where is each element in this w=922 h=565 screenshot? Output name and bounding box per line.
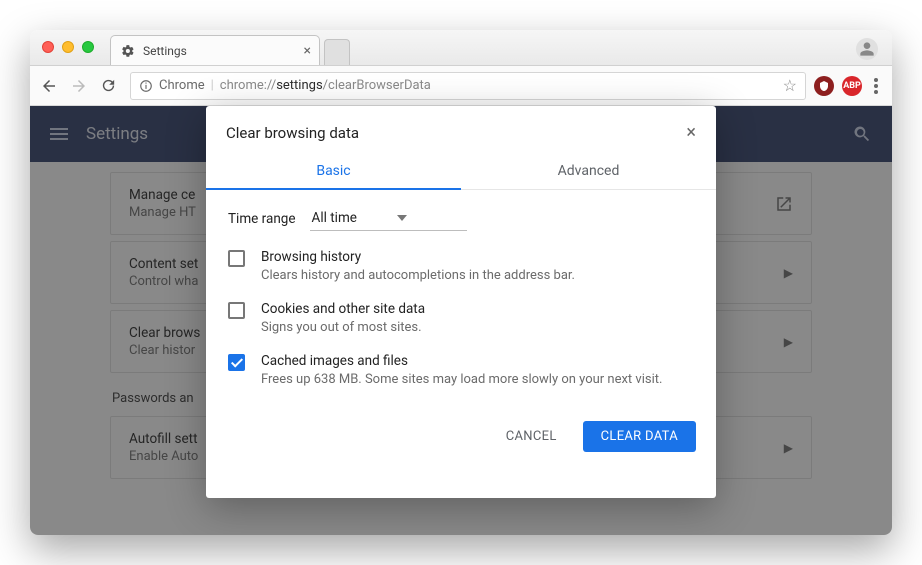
window-controls xyxy=(42,41,94,53)
checkbox[interactable] xyxy=(228,302,245,319)
option-browsing-history[interactable]: Browsing history Clears history and auto… xyxy=(228,249,694,283)
option-title: Cookies and other site data xyxy=(261,301,425,317)
modal-overlay: Clear browsing data × Basic Advanced Tim… xyxy=(30,106,892,535)
browser-window: Settings × Chrome | chrome://settings/cl… xyxy=(30,30,892,535)
option-subtitle: Clears history and autocompletions in th… xyxy=(261,268,575,283)
close-icon[interactable]: × xyxy=(686,122,696,143)
url-scheme: Chrome xyxy=(159,78,205,93)
time-range-row: Time range All time xyxy=(228,206,694,231)
dialog-tabs: Basic Advanced xyxy=(206,153,716,190)
reload-button[interactable] xyxy=(100,77,122,94)
clear-data-button[interactable]: CLEAR DATA xyxy=(583,421,696,452)
url-path: /clearBrowserData xyxy=(323,78,431,93)
browser-tab[interactable]: Settings × xyxy=(110,35,320,65)
minimize-window-button[interactable] xyxy=(62,41,74,53)
cancel-button[interactable]: CANCEL xyxy=(488,421,575,452)
close-tab-icon[interactable]: × xyxy=(304,43,311,59)
clear-browsing-data-dialog: Clear browsing data × Basic Advanced Tim… xyxy=(206,106,716,498)
extension-abp-icon[interactable]: ABP xyxy=(842,76,862,96)
checkbox[interactable] xyxy=(228,354,245,371)
gear-icon xyxy=(121,44,135,58)
url-host: settings xyxy=(276,78,322,93)
close-window-button[interactable] xyxy=(42,41,54,53)
bookmark-star-icon[interactable]: ☆ xyxy=(783,76,797,95)
site-info-icon[interactable] xyxy=(139,79,153,93)
address-bar[interactable]: Chrome | chrome://settings/clearBrowserD… xyxy=(130,72,806,100)
overflow-menu-icon[interactable] xyxy=(870,78,882,94)
dialog-body: Time range All time Browsing history Cle… xyxy=(206,190,716,411)
tab-title: Settings xyxy=(143,44,187,58)
dialog-title: Clear browsing data xyxy=(226,124,359,142)
tab-basic[interactable]: Basic xyxy=(206,153,461,189)
time-range-value: All time xyxy=(312,210,357,226)
tab-advanced[interactable]: Advanced xyxy=(461,153,716,189)
dialog-footer: CANCEL CLEAR DATA xyxy=(206,411,716,470)
option-title: Cached images and files xyxy=(261,353,662,369)
dialog-header: Clear browsing data × xyxy=(206,106,716,153)
option-title: Browsing history xyxy=(261,249,575,265)
time-range-select[interactable]: All time xyxy=(310,206,467,231)
page-content: Settings Manage ce Manage HT Content set… xyxy=(30,106,892,535)
option-cookies[interactable]: Cookies and other site data Signs you ou… xyxy=(228,301,694,335)
forward-button[interactable] xyxy=(70,77,92,95)
maximize-window-button[interactable] xyxy=(82,41,94,53)
url-prefix: chrome:// xyxy=(220,78,276,93)
new-tab-button[interactable] xyxy=(324,39,350,65)
time-range-label: Time range xyxy=(228,211,296,227)
back-button[interactable] xyxy=(40,77,62,95)
profile-avatar-icon[interactable] xyxy=(856,38,878,60)
option-subtitle: Frees up 638 MB. Some sites may load mor… xyxy=(261,372,662,387)
option-subtitle: Signs you out of most sites. xyxy=(261,320,425,335)
checkbox[interactable] xyxy=(228,250,245,267)
option-cached-images[interactable]: Cached images and files Frees up 638 MB.… xyxy=(228,353,694,387)
extension-ublock-icon[interactable] xyxy=(814,76,834,96)
navigation-toolbar: Chrome | chrome://settings/clearBrowserD… xyxy=(30,66,892,106)
titlebar: Settings × xyxy=(30,30,892,66)
dropdown-caret-icon xyxy=(397,215,407,221)
